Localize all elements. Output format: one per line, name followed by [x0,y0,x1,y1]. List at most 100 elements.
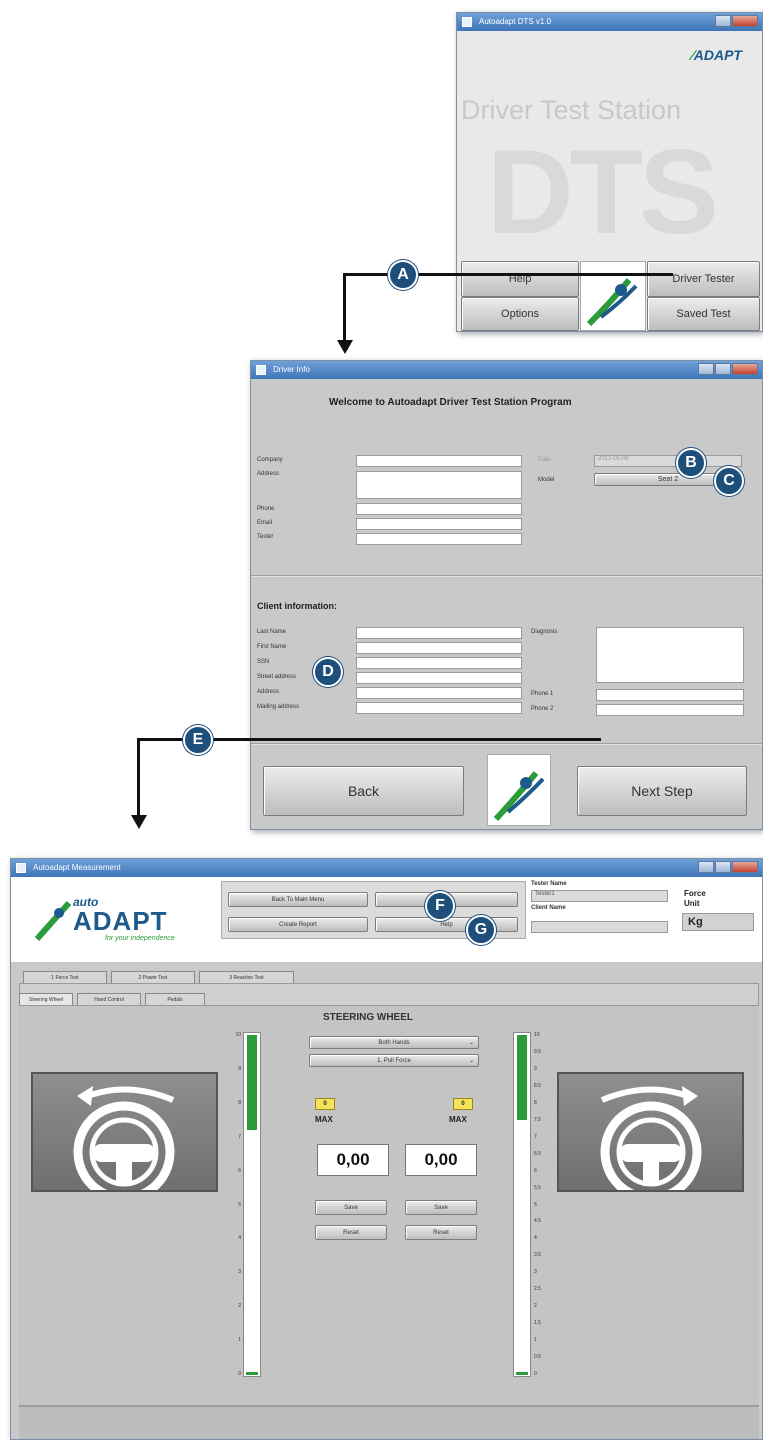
bottom-separator [251,743,762,745]
help-button[interactable]: Help [461,261,579,297]
right-force-value: 0,00 [405,1144,477,1176]
close-icon[interactable] [732,861,758,873]
start-window: Autoadapt DTS v1.0 ∕ADAPT Driver Test St… [456,12,763,332]
phone-field[interactable] [356,503,522,515]
swoosh-logo-icon [493,771,545,822]
gauge-tick-label: 3 [238,1269,241,1275]
address-field[interactable] [356,471,522,499]
create-report-button[interactable]: Create Report [228,917,368,932]
tab-hand-control[interactable]: Hand Control [77,993,141,1005]
left-reset-button[interactable]: Reset [315,1225,387,1240]
test-type-dropdown[interactable]: 1. Pull Force ⌄ [309,1054,479,1067]
phone1-field[interactable] [596,689,744,701]
driver-info-window: Driver Info Welcome to Autoadapt Driver … [250,360,763,830]
app-icon [462,17,472,27]
window-controls[interactable] [698,363,758,375]
minimize-icon[interactable] [698,363,714,375]
saved-test-button[interactable]: Saved Test [647,297,760,331]
arrow-a-vertical [343,273,346,343]
callout-e: E [183,725,213,755]
chevron-down-icon: ⌄ [468,1040,474,1046]
right-reset-button[interactable]: Reset [405,1225,477,1240]
hands-dropdown-value: Both Hands [378,1039,410,1046]
company-label: Company [257,457,283,463]
tab-reaction-test[interactable]: 3 Reaction Test [199,971,294,983]
close-icon[interactable] [732,15,758,27]
mailing-address-field[interactable] [356,702,522,714]
gauge-tick-label: 8.5 [534,1083,541,1089]
tester-field[interactable] [356,533,522,545]
gauge-tick-label: 7 [534,1134,537,1140]
gauge-tick-label: 3 [534,1269,537,1275]
panel-title: STEERING WHEEL [323,1012,414,1023]
callout-d: D [313,657,343,687]
tester-name-field: Tester1 [531,890,668,902]
start-center-logo [580,261,646,331]
gauge-tick-label: 2.5 [534,1286,541,1292]
gauge-tick-label: 8 [238,1100,241,1106]
right-max-value: 0 [453,1098,473,1110]
callout-c: C [714,466,744,496]
gauge-tick-label: 4 [238,1235,241,1241]
street-address-field[interactable] [356,672,522,684]
logo-adapt-text: ADAPT [73,906,168,936]
driver-tester-button[interactable]: Driver Tester [647,261,760,297]
gauge-tick-label: 10 [534,1032,540,1038]
back-to-main-menu-button[interactable]: Back To Main Menu [228,892,368,907]
gauge-tick-label: 0 [534,1371,537,1377]
window-controls[interactable] [698,861,758,873]
start-window-titlebar: Autoadapt DTS v1.0 [457,13,762,31]
tab-force-test[interactable]: 1 Force Test [23,971,107,983]
next-step-button[interactable]: Next Step [577,766,747,816]
company-field[interactable] [356,455,522,467]
callout-a: A [388,260,418,290]
left-max-value: 0 [315,1098,335,1110]
autoadapt-logo: auto ADAPT for your independence [33,895,213,945]
tab-pedals[interactable]: Pedals [145,993,205,1005]
left-force-value: 0,00 [317,1144,389,1176]
date-label: Date [538,457,551,463]
right-save-button[interactable]: Save [405,1200,477,1215]
close-icon[interactable] [732,363,758,375]
tester-info-group: Tester Name Tester1 Client Name [526,881,676,939]
client-address-field[interactable] [356,687,522,699]
minimize-icon[interactable] [698,861,714,873]
window-controls[interactable] [715,15,758,27]
gauge-tick-label: 3.5 [534,1252,541,1258]
phone2-label: Phone 2 [531,706,554,712]
measurement-titlebar: Autoadapt Measurement [11,859,762,877]
callout-f: F [425,891,455,921]
options-button[interactable]: Options [461,297,579,331]
right-wheel-panel [557,1072,744,1203]
tester-label: Tester [257,534,274,540]
maximize-icon[interactable] [715,363,731,375]
gauge-tick-label: 4.5 [534,1218,541,1224]
chevron-down-icon: ⌄ [468,1058,474,1064]
first-name-field[interactable] [356,642,522,654]
phone-label: Phone [257,506,275,512]
ssn-field[interactable] [356,657,522,669]
gauge-tick-label: 9 [534,1066,537,1072]
tab-power-test[interactable]: 2 Power Test [111,971,195,983]
gauge-tick-label: 6 [534,1168,537,1174]
callout-b: B [676,448,706,478]
phone2-field[interactable] [596,704,744,716]
hands-dropdown[interactable]: Both Hands ⌄ [309,1036,479,1049]
tab-steering-wheel[interactable]: Steering Wheel [19,993,73,1005]
unit-label: Unit [684,899,700,908]
minimize-icon[interactable] [715,15,731,27]
gauge-tick-label: 5 [534,1202,537,1208]
diagnosis-field[interactable] [596,627,744,683]
last-name-field[interactable] [356,627,522,639]
right-gauge-fill [517,1035,527,1120]
unit-value: Kg [682,913,754,931]
big-letters: DTS [487,125,719,259]
gauge-tick-label: 1 [534,1337,537,1343]
maximize-icon[interactable] [715,861,731,873]
left-save-button[interactable]: Save [315,1200,387,1215]
measurement-window: Autoadapt Measurement auto ADAPT for you… [10,858,763,1440]
email-field[interactable] [356,518,522,530]
address-label: Address [257,471,280,477]
back-button[interactable]: Back [263,766,464,816]
last-name-label: Last Name [257,629,287,635]
